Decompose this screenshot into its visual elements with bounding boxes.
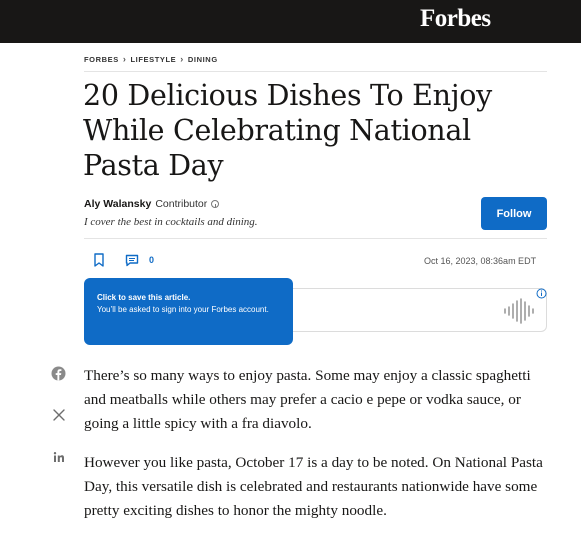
tooltip-body: You’ll be asked to sign into your Forbes… [97, 305, 269, 314]
linkedin-icon [53, 451, 64, 462]
headline-line: While Celebrating National [83, 114, 471, 147]
chevron-right-icon: › [122, 54, 127, 64]
x-share[interactable] [50, 406, 67, 423]
audio-waveform-icon[interactable] [503, 298, 535, 324]
comment-count[interactable]: 0 [149, 255, 154, 265]
follow-button[interactable]: Follow [481, 197, 547, 230]
headline-line: Pasta Day [83, 149, 224, 182]
divider [84, 71, 547, 72]
audio-player[interactable] [270, 288, 547, 332]
author-bio: I cover the best in cocktails and dining… [84, 216, 258, 228]
chevron-right-icon: › [180, 54, 184, 64]
article-headline: 20 Delicious Dishes To Enjoy While Celeb… [83, 78, 543, 183]
article-paragraph: There’s so many ways to enjoy pasta. Som… [84, 367, 531, 432]
article-actions: 0 [93, 253, 154, 267]
publish-date: Oct 16, 2023, 08:36am EDT [424, 256, 537, 266]
forbes-logo[interactable]: Forbes [420, 5, 491, 33]
ad-info-icon[interactable] [536, 288, 547, 299]
facebook-share[interactable] [50, 365, 67, 382]
divider [84, 238, 547, 239]
breadcrumb-forbes[interactable]: FORBES [84, 55, 119, 64]
info-icon[interactable] [211, 200, 220, 208]
headline-line: 20 Delicious Dishes To Enjoy [83, 79, 492, 112]
tooltip-title: Click to save this article. [97, 293, 191, 302]
breadcrumb: FORBES › LIFESTYLE › DINING [84, 54, 218, 64]
linkedin-share[interactable] [50, 448, 67, 465]
facebook-icon [51, 366, 66, 381]
x-icon [52, 408, 65, 421]
comment-icon[interactable] [125, 254, 139, 267]
article-paragraph: However you like pasta, October 17 is a … [84, 454, 543, 519]
save-article-tooltip: Click to save this article. You’ll be as… [84, 278, 293, 345]
author-byline: Aly Walansky Contributor [84, 198, 220, 210]
breadcrumb-dining[interactable]: DINING [188, 55, 218, 64]
breadcrumb-lifestyle[interactable]: LIFESTYLE [130, 55, 176, 64]
author-role: Contributor [155, 198, 208, 210]
top-nav-bar: Forbes [0, 0, 581, 43]
bookmark-icon[interactable] [93, 253, 105, 267]
author-name[interactable]: Aly Walansky [84, 198, 151, 210]
